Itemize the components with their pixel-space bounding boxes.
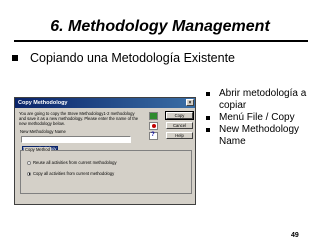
name-label: New Methodology Name [20, 129, 66, 134]
bullet-square-icon [206, 92, 210, 96]
radio-unselected-icon [27, 160, 31, 165]
dialog-description: You are going to copy the Steve Methodol… [19, 111, 139, 127]
title-divider [14, 40, 308, 42]
help-button[interactable]: Help [166, 132, 193, 139]
copy-method-label: Copy Method [24, 147, 51, 152]
cancel-icon [149, 122, 158, 130]
page-number: 49 [291, 232, 299, 239]
cancel-button[interactable]: Cancel [166, 122, 193, 129]
steps-list: Abrir metodología a copiar Menú File / C… [206, 88, 318, 148]
bullet-square-icon [206, 128, 210, 132]
copy-icon [149, 112, 158, 120]
list-item: Menú File / Copy [206, 112, 318, 124]
copy-methodology-dialog: Copy Methodology × You are going to copy… [14, 97, 196, 205]
list-item: New Methodology Name [206, 124, 318, 148]
slide-title: 6. Methodology Management [50, 18, 270, 35]
bullet-square-icon [206, 116, 210, 120]
radio-reuse-label: Reuse all activities from current method… [33, 160, 117, 165]
close-icon[interactable]: × [186, 99, 194, 106]
methodology-name-input[interactable]: New Methodology [21, 136, 131, 151]
step-text: Abrir metodología a copiar [219, 88, 307, 111]
radio-copy-label: Copy all activities from current methodo… [33, 171, 115, 176]
step-text: New Methodology Name [219, 124, 300, 147]
radio-selected-icon [27, 171, 31, 176]
dialog-title: Copy Methodology [18, 100, 68, 106]
main-bullet-text: Copiando una Metodología Existente [30, 51, 236, 65]
help-icon [149, 132, 158, 140]
main-bullet: Copiando una Metodología Existente [12, 51, 235, 65]
step-text: Menú File / Copy [219, 112, 295, 123]
copy-method-group: Copy Method Reuse all activities from cu… [20, 147, 192, 194]
radio-reuse-activities[interactable]: Reuse all activities from current method… [27, 160, 117, 165]
dialog-titlebar: Copy Methodology × [15, 98, 195, 108]
radio-copy-activities[interactable]: Copy all activities from current methodo… [27, 171, 114, 176]
list-item: Abrir metodología a copiar [206, 88, 318, 112]
bullet-square-icon [12, 55, 18, 61]
copy-button[interactable]: Copy [165, 111, 194, 120]
